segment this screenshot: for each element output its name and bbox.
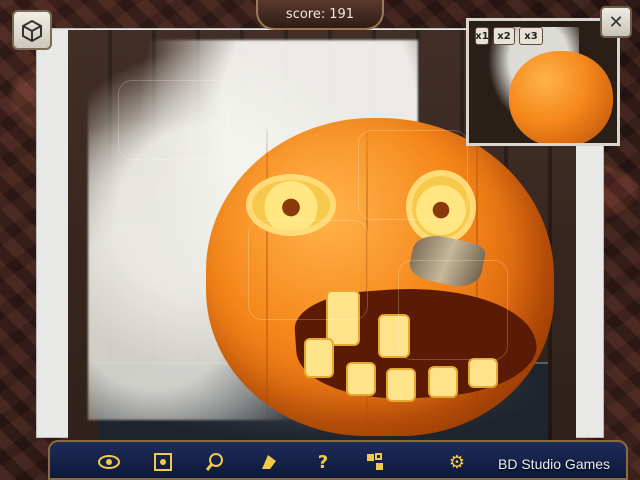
score-display: score: 191 <box>256 0 384 30</box>
shuffle-icon <box>367 453 383 470</box>
preview-panel[interactable]: x1 x2 x3 <box>466 18 620 146</box>
hint-button[interactable]: ? <box>310 450 336 474</box>
shuffle-button[interactable] <box>362 450 388 474</box>
puzzle-piece[interactable] <box>358 130 468 220</box>
brand-watermark: BD Studio Games <box>498 456 611 472</box>
eye-icon <box>98 455 120 469</box>
pumpkin-tooth <box>428 366 458 398</box>
pumpkin-tooth <box>346 362 376 396</box>
magnifier-icon <box>205 453 223 471</box>
pumpkin-tooth <box>468 358 498 388</box>
preview-pumpkin <box>509 51 613 143</box>
eye-button[interactable] <box>96 450 122 474</box>
close-icon: ✕ <box>608 11 624 33</box>
question-icon: ? <box>317 451 329 473</box>
multiplier-x2[interactable]: x2 <box>493 27 515 45</box>
pumpkin-tooth <box>304 338 334 378</box>
settings-button[interactable]: ⚙ <box>444 450 470 474</box>
gear-icon: ⚙ <box>448 451 466 473</box>
puzzle-piece[interactable] <box>118 80 228 160</box>
close-button[interactable]: ✕ <box>600 6 632 38</box>
edge-pieces-button[interactable] <box>256 450 282 474</box>
box-icon <box>22 19 42 43</box>
box-button[interactable] <box>12 10 52 50</box>
pieces-button[interactable] <box>150 450 176 474</box>
magnifier-button[interactable] <box>202 450 228 474</box>
score-value: 191 <box>329 6 355 22</box>
puzzle-piece[interactable] <box>398 260 508 360</box>
puzzle-piece[interactable] <box>248 220 368 320</box>
multiplier-x3[interactable]: x3 <box>519 27 543 45</box>
edge-pieces-icon <box>262 455 276 469</box>
pieces-icon <box>154 453 172 471</box>
pumpkin-tooth <box>386 368 416 402</box>
score-label: score: <box>285 6 326 22</box>
multiplier-x1[interactable]: x1 <box>475 27 489 45</box>
